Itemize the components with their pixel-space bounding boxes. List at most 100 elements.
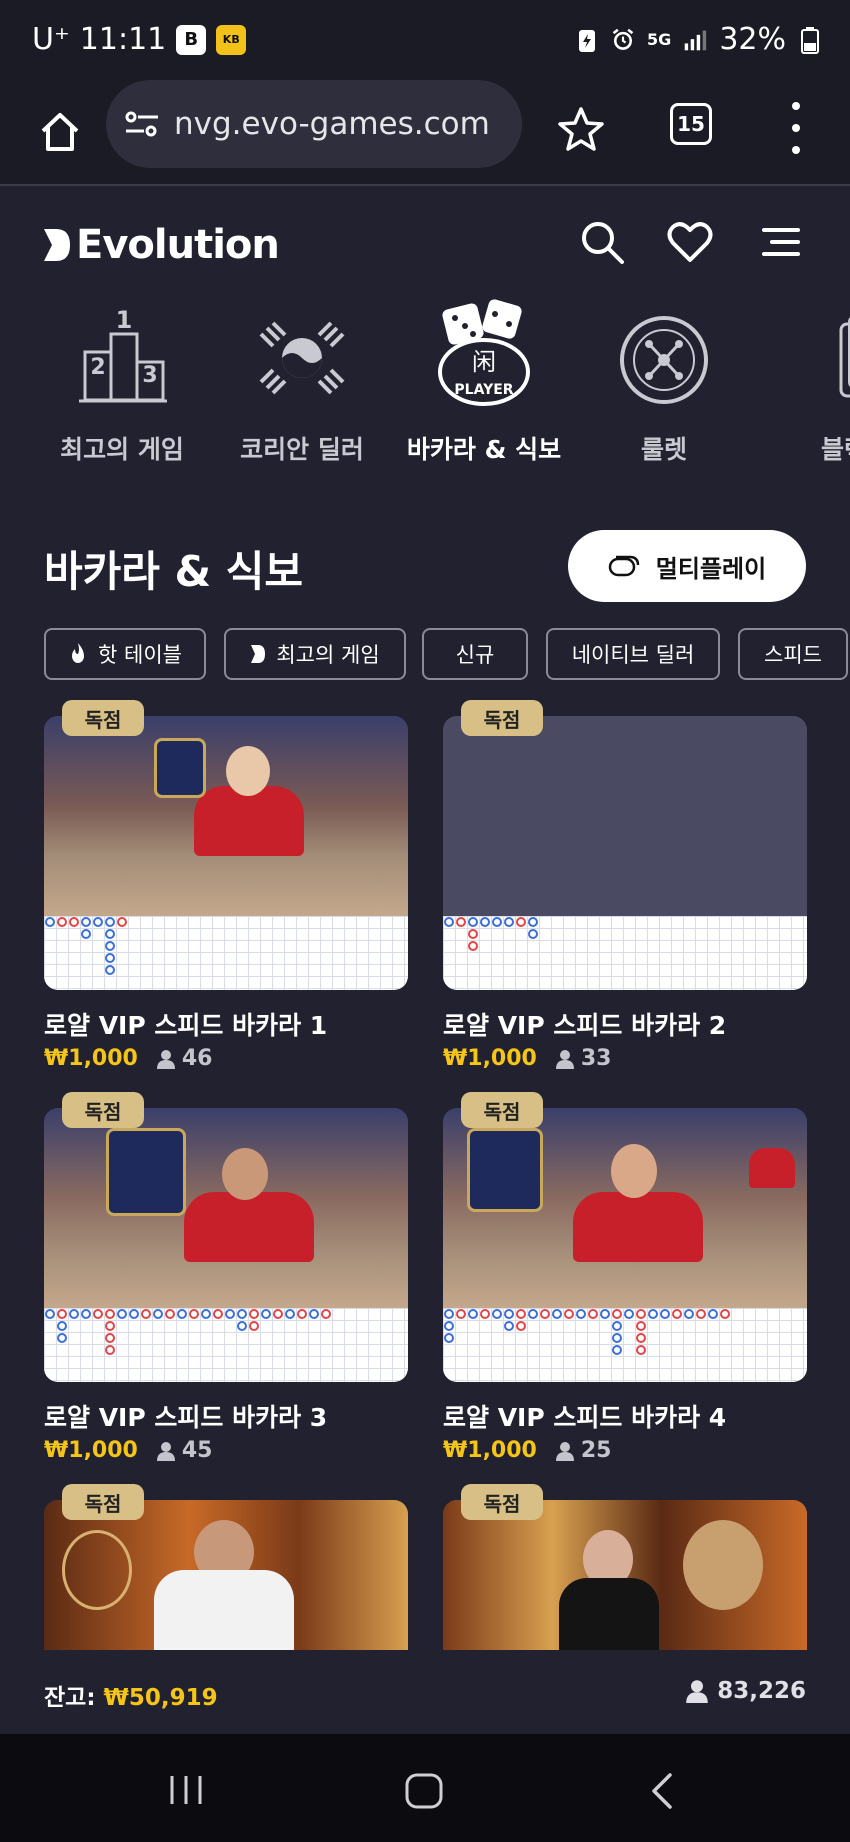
dealer-video-preview xyxy=(443,1500,807,1650)
favorites-heart-icon[interactable] xyxy=(666,218,714,266)
exclusive-badge: 독점 xyxy=(461,700,543,736)
game-thumbnail[interactable] xyxy=(44,716,408,990)
online-count: 83,226 xyxy=(717,1678,806,1704)
search-icon[interactable] xyxy=(578,218,626,266)
video-loading-placeholder xyxy=(443,716,807,916)
b-app-icon: B xyxy=(176,24,207,55)
bookmark-star-icon[interactable] xyxy=(556,104,606,154)
bet-limit: ₩1,000 xyxy=(44,1438,138,1463)
user-icon xyxy=(156,1049,175,1069)
game-title: 로얄 VIP 스피드 바카라 3 xyxy=(44,1403,328,1432)
evolution-mark-icon xyxy=(44,229,70,261)
player-count: 46 xyxy=(156,1046,213,1071)
user-icon xyxy=(555,1441,574,1461)
home-button[interactable] xyxy=(30,102,90,162)
scoreboard-road xyxy=(443,1308,807,1382)
address-bar[interactable]: nvg.evo-games.com xyxy=(106,80,522,168)
url-text[interactable]: nvg.evo-games.com xyxy=(174,106,490,142)
section-title: 바카라 & 식보 xyxy=(44,547,304,596)
category-roulette[interactable]: 룰렛 xyxy=(574,298,754,468)
player-count-value: 46 xyxy=(181,1046,213,1071)
scoreboard-road xyxy=(44,916,408,990)
filter-top-games[interactable]: 최고의 게임 xyxy=(224,628,406,680)
tab-switcher-button[interactable]: 15 xyxy=(670,103,712,145)
back-icon[interactable] xyxy=(648,1772,678,1810)
category-label: 바카라 & 식보 xyxy=(406,435,562,464)
player-count: 33 xyxy=(555,1046,612,1071)
multiplay-button[interactable]: 멀티플레이 xyxy=(568,530,806,602)
exclusive-badge: 독점 xyxy=(62,700,144,736)
category-label: 룰렛 xyxy=(640,435,687,464)
game-title: 로얄 VIP 스피드 바카라 1 xyxy=(44,1011,328,1040)
game-meta: ₩1,000 45 xyxy=(44,1438,212,1463)
dealer-video-preview xyxy=(44,1500,408,1650)
svg-text:PLAYER: PLAYER xyxy=(454,382,513,398)
roulette-icon xyxy=(620,316,708,404)
home-icon xyxy=(41,113,79,151)
filter-new[interactable]: 신규 xyxy=(422,628,528,680)
filter-native-dealer[interactable]: 네이티브 딜러 xyxy=(546,628,720,680)
bet-limit: ₩1,000 xyxy=(443,1438,537,1463)
chip-label: 핫 테이블 xyxy=(98,643,182,667)
bet-limit: ₩1,000 xyxy=(44,1046,138,1071)
svg-text:闲: 闲 xyxy=(472,348,496,376)
hamburger-menu-icon[interactable] xyxy=(756,218,804,266)
site-settings-icon[interactable] xyxy=(124,109,160,139)
browser-menu-button[interactable] xyxy=(784,102,808,154)
game-title: 로얄 VIP 스피드 바카라 2 xyxy=(443,1011,727,1040)
category-label: 코리안 딜러 xyxy=(240,435,364,464)
category-carousel: 1 2 3 최고의 게임 코리안 딜러 闲 PLAYER 바카라 & 식보 룰렛… xyxy=(0,298,850,478)
balance-bar: 잔고: ₩50,919 83,226 xyxy=(0,1650,850,1734)
game-thumbnail[interactable] xyxy=(44,1108,408,1382)
battery-percent: 32% xyxy=(719,22,786,57)
game-thumbnail[interactable] xyxy=(443,716,807,990)
battery-saver-icon xyxy=(579,29,596,52)
category-top-games[interactable]: 1 2 3 최고의 게임 xyxy=(32,298,212,468)
category-korean-dealer[interactable]: 코리안 딜러 xyxy=(212,298,392,468)
balance-value: ₩50,919 xyxy=(103,1685,218,1711)
game-thumbnail[interactable] xyxy=(443,1108,807,1382)
dealer-video-preview xyxy=(443,1108,807,1308)
recent-apps-icon[interactable] xyxy=(166,1772,206,1808)
evolution-logo[interactable]: Evolution xyxy=(42,222,280,268)
game-meta: ₩1,000 46 xyxy=(44,1046,212,1071)
kb-app-icon: KB xyxy=(216,24,247,55)
taegeuk-icon xyxy=(259,321,345,395)
flame-icon xyxy=(72,643,85,663)
category-baccarat-sicbo[interactable]: 闲 PLAYER 바카라 & 식보 xyxy=(394,298,574,468)
exclusive-badge: 독점 xyxy=(62,1484,144,1520)
category-blackjack[interactable]: A ♠ 블랙 xyxy=(754,298,850,468)
dealer-video-preview xyxy=(44,1108,408,1308)
filter-speed[interactable]: 스피드 xyxy=(738,628,848,680)
player-count: 45 xyxy=(156,1438,212,1463)
logo-text: Evolution xyxy=(76,222,280,268)
svg-text:3: 3 xyxy=(142,363,157,388)
game-thumbnail[interactable] xyxy=(44,1500,408,1650)
chip-label: 네이티브 딜러 xyxy=(571,643,695,667)
dealer-video-preview xyxy=(44,716,408,916)
category-label: 블랙 xyxy=(820,435,850,464)
filter-hot-tables[interactable]: 핫 테이블 xyxy=(44,628,206,680)
scoreboard-road xyxy=(44,1308,408,1382)
home-nav-icon[interactable] xyxy=(404,1772,444,1810)
browser-toolbar: nvg.evo-games.com 15 xyxy=(0,80,850,186)
podium-icon: 1 2 3 xyxy=(79,306,167,403)
svg-text:1: 1 xyxy=(116,306,133,334)
clock: 11:11 xyxy=(79,22,167,57)
multiplay-icon xyxy=(608,555,640,577)
balance-label: 잔고: xyxy=(44,1685,96,1711)
game-thumbnail[interactable] xyxy=(443,1500,807,1650)
evolution-mark-icon xyxy=(251,645,266,663)
category-label: 최고의 게임 xyxy=(60,435,184,464)
chip-label: 스피드 xyxy=(764,643,822,667)
site-header: Evolution xyxy=(0,188,850,298)
system-nav-bar xyxy=(0,1734,850,1842)
exclusive-badge: 독점 xyxy=(461,1484,543,1520)
chip-label: 최고의 게임 xyxy=(276,643,380,667)
exclusive-badge: 독점 xyxy=(62,1092,144,1128)
filter-chips: 핫 테이블 최고의 게임 신규 네이티브 딜러 스피드 xyxy=(44,628,850,682)
player-count-value: 33 xyxy=(580,1046,612,1071)
user-icon xyxy=(686,1680,709,1703)
player-count: 25 xyxy=(555,1438,611,1463)
game-meta: ₩1,000 25 xyxy=(443,1438,611,1463)
